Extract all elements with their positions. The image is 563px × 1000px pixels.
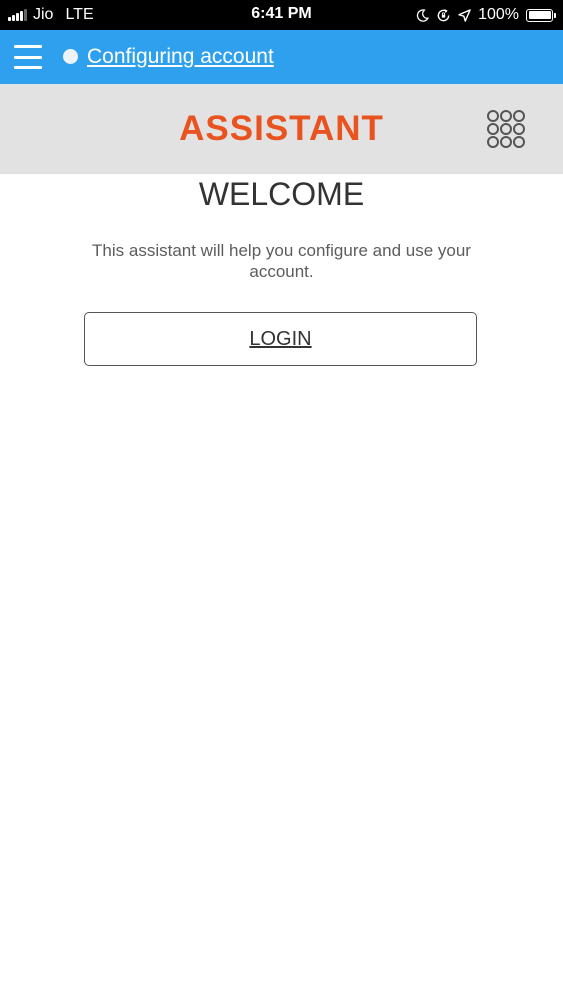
app-title-link[interactable]: Configuring account — [87, 43, 274, 71]
battery-icon — [526, 8, 556, 22]
assistant-header: ASSISTANT — [0, 84, 563, 174]
dialpad-icon[interactable] — [487, 110, 527, 150]
app-bar: Configuring account — [0, 30, 563, 84]
location-icon — [458, 8, 471, 22]
moon-icon — [416, 8, 430, 22]
welcome-title: WELCOME — [198, 176, 365, 212]
dialpad-dot — [487, 123, 499, 135]
dialpad-dot — [513, 136, 525, 148]
assistant-title: ASSISTANT — [179, 109, 384, 148]
dialpad-dot — [500, 136, 512, 148]
status-right: 100% — [409, 5, 556, 25]
dialpad-dot — [500, 110, 512, 122]
menu-icon-bar — [14, 55, 42, 59]
status-dot-icon — [63, 49, 78, 64]
status-bar: Jio LTE 6:41 PM 100% — [0, 0, 563, 30]
dialpad-dot — [513, 110, 525, 122]
battery-percent: 100% — [478, 6, 519, 23]
menu-icon-bar — [14, 66, 42, 69]
dialpad-dot — [513, 123, 525, 135]
login-button[interactable]: LOGIN — [84, 312, 477, 366]
welcome-text: This assistant will help you configure a… — [92, 241, 471, 281]
screen: Jio LTE 6:41 PM 100% Configuring account… — [0, 0, 563, 1000]
menu-button[interactable] — [14, 43, 42, 71]
dialpad-dot — [487, 136, 499, 148]
menu-icon-bar — [14, 45, 42, 48]
dialpad-dot — [487, 110, 499, 122]
dialpad-dot — [500, 123, 512, 135]
orientation-lock-icon — [437, 8, 450, 21]
